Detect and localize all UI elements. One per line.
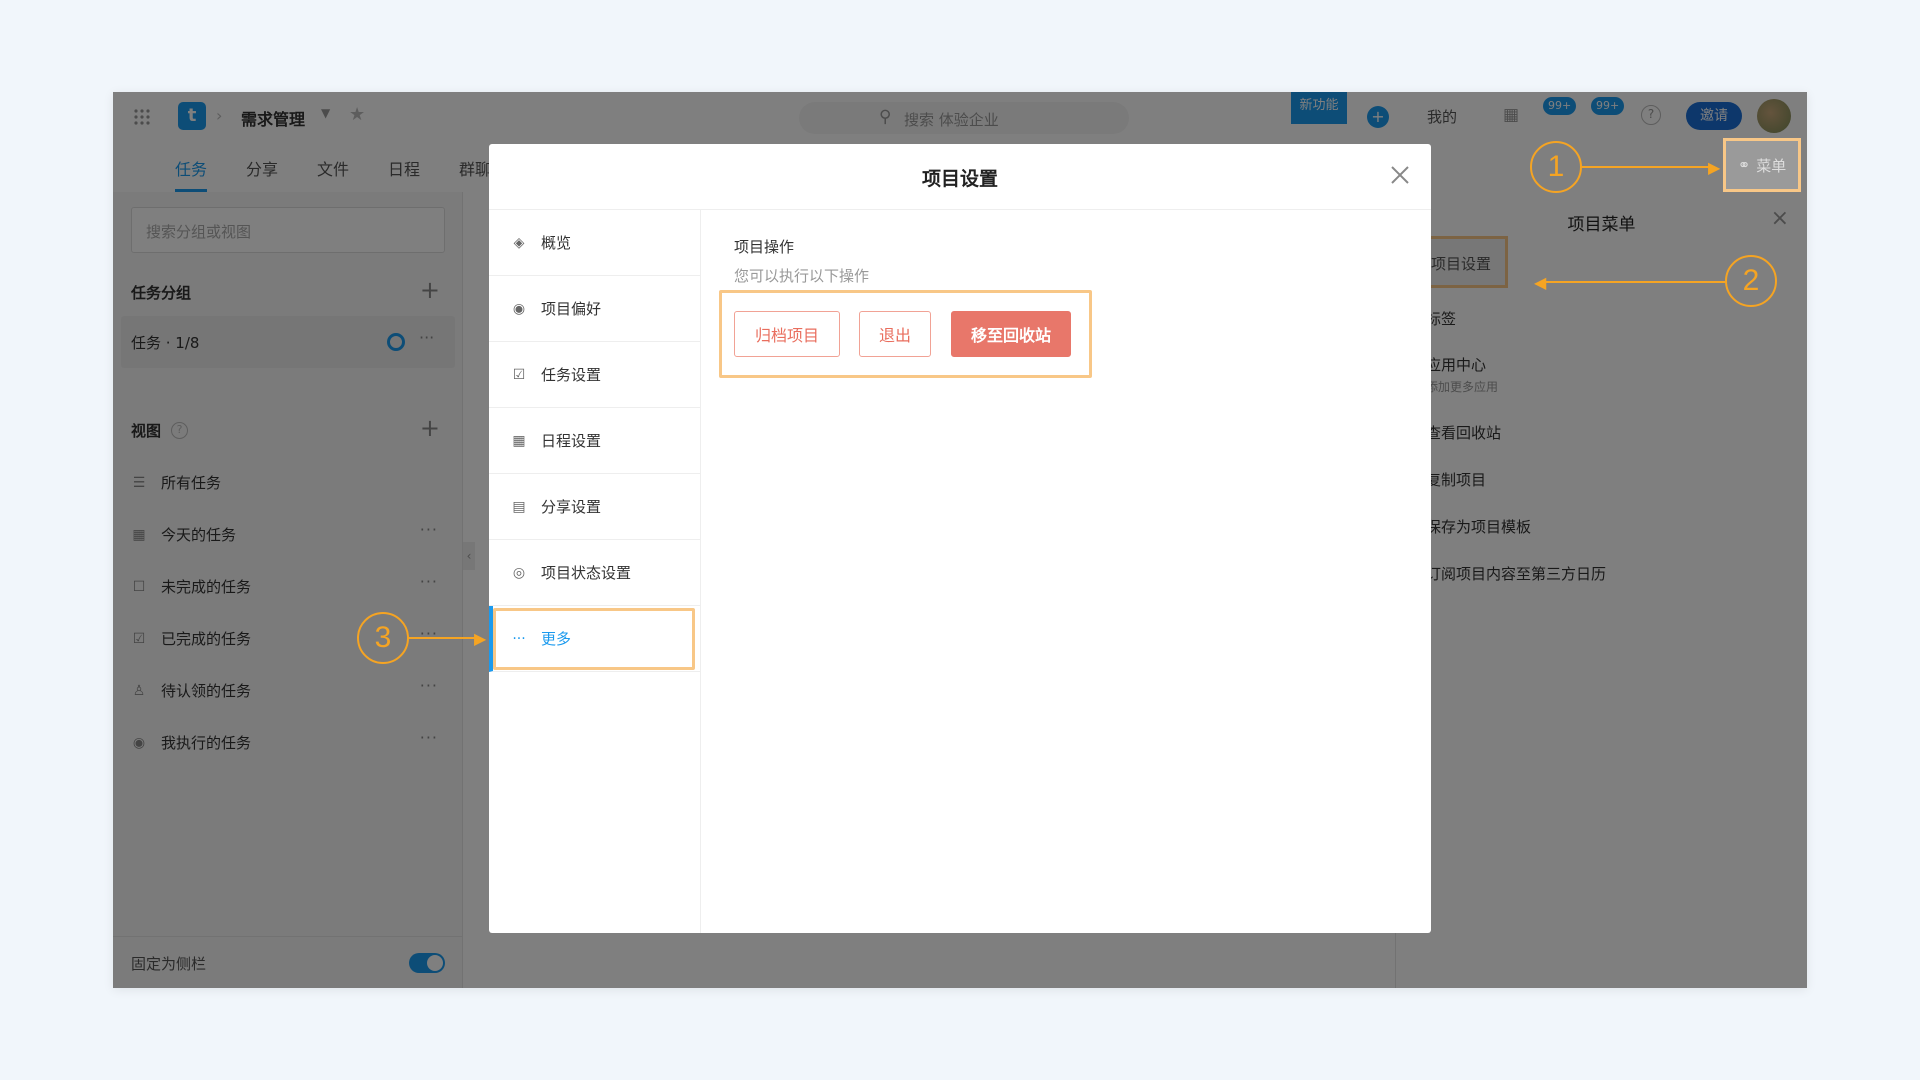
modal-nav: ◈ 概览 ◉ 项目偏好 ☑ 任务设置 ▦ 日程设置 ▤ 分享设置 ◎ 项目状态设置 ··· 更… bbox=[489, 210, 701, 933]
callout-2-arrow bbox=[1545, 281, 1725, 283]
nav-label: 项目偏好 bbox=[541, 300, 602, 318]
nav-label: 项目状态设置 bbox=[541, 564, 632, 582]
nav-schedule-settings[interactable]: ▦ 日程设置 bbox=[489, 408, 700, 474]
nav-overview[interactable]: ◈ 概览 bbox=[489, 210, 700, 276]
nav-preferences[interactable]: ◉ 项目偏好 bbox=[489, 276, 700, 342]
modal-title: 项目设置 bbox=[921, 168, 998, 190]
close-icon[interactable] bbox=[1387, 162, 1413, 188]
menu-button-highlight[interactable]: ⚭ 菜单 bbox=[1723, 138, 1801, 192]
nav-label: 概览 bbox=[541, 234, 572, 252]
calendar-icon: ▦ bbox=[512, 432, 526, 449]
modal-header: 项目设置 bbox=[489, 144, 1431, 210]
menu-icon: ⚭ bbox=[1737, 156, 1751, 174]
layers-icon: ◈ bbox=[513, 234, 525, 251]
project-settings-modal: 项目设置 ◈ 概览 ◉ 项目偏好 ☑ 任务设置 ▦ 日程设置 ▤ 分享设置 ◎ 项目状态设置… bbox=[489, 144, 1431, 933]
quit-button[interactable]: 退出 bbox=[859, 311, 931, 357]
callout-2: 2 bbox=[1725, 255, 1777, 307]
checkbox-icon: ☑ bbox=[512, 366, 526, 383]
callout-1-arrow bbox=[1582, 166, 1712, 168]
arrow-head-icon: ◀ bbox=[1534, 273, 1547, 292]
move-to-trash-button[interactable]: 移至回收站 bbox=[951, 311, 1071, 357]
nav-label: 分享设置 bbox=[541, 498, 602, 516]
nav-status-settings[interactable]: ◎ 项目状态设置 bbox=[489, 540, 700, 606]
document-icon: ▤ bbox=[512, 498, 526, 515]
section-description: 您可以执行以下操作 bbox=[734, 267, 870, 285]
callout-3: 3 bbox=[357, 612, 409, 664]
callout-3-arrow bbox=[409, 637, 479, 639]
eye-icon: ◉ bbox=[512, 300, 526, 317]
nav-more-highlight bbox=[493, 608, 695, 670]
nav-share-settings[interactable]: ▤ 分享设置 bbox=[489, 474, 700, 540]
nav-label: 任务设置 bbox=[541, 366, 602, 384]
nav-task-settings[interactable]: ☑ 任务设置 bbox=[489, 342, 700, 408]
callout-1: 1 bbox=[1530, 141, 1582, 193]
archive-project-button[interactable]: 归档项目 bbox=[734, 311, 840, 357]
menu-label: 菜单 bbox=[1756, 156, 1787, 175]
nav-label: 日程设置 bbox=[541, 432, 602, 450]
section-title: 项目操作 bbox=[734, 238, 795, 256]
arrow-head-icon: ▶ bbox=[474, 629, 487, 648]
arrow-head-icon: ▶ bbox=[1708, 158, 1721, 177]
status-icon: ◎ bbox=[512, 564, 526, 581]
